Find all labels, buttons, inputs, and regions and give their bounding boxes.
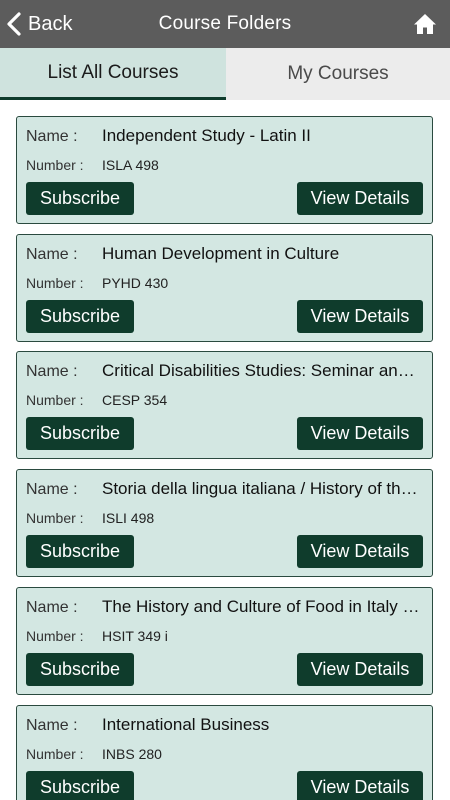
course-number-row: Number : INBS 280	[26, 746, 162, 762]
home-icon[interactable]	[413, 12, 437, 36]
course-number-row: Number : ISLA 498	[26, 157, 159, 173]
view-details-button[interactable]: View Details	[297, 417, 423, 451]
view-details-button[interactable]: View Details	[297, 652, 423, 686]
course-card: Name : Human Development in Culture Numb…	[16, 233, 433, 342]
number-label: Number :	[26, 510, 84, 527]
page-title: Course Folders	[158, 13, 292, 34]
course-number-row: Number : PYHD 430	[26, 275, 168, 291]
view-details-button[interactable]: View Details	[297, 770, 423, 800]
course-card: Name : Critical Disabilities Studies: Se…	[16, 351, 433, 460]
course-name-row: Name : Critical Disabilities Studies: Se…	[26, 361, 422, 381]
subscribe-button[interactable]: Subscribe	[26, 417, 134, 451]
view-details-button[interactable]: View Details	[297, 535, 423, 569]
back-button[interactable]: Back	[6, 0, 72, 48]
course-number: ISLI 498	[102, 510, 155, 527]
course-number-row: Number : CESP 354	[26, 392, 167, 408]
subscribe-button[interactable]: Subscribe	[26, 770, 134, 800]
name-label: Name :	[26, 245, 78, 263]
course-number: ISLA 498	[102, 157, 159, 173]
course-card: Name : International Business Number : I…	[16, 704, 433, 800]
course-list[interactable]: Name : Independent Study - Latin II Numb…	[0, 100, 450, 800]
subscribe-button[interactable]: Subscribe	[26, 652, 134, 686]
course-number-row: Number : HSIT 349 i	[26, 628, 168, 644]
course-card: Name : Storia della lingua italiana / Hi…	[16, 469, 433, 578]
course-name-row: Name : Independent Study - Latin II	[26, 126, 422, 146]
course-name-row: Name : Storia della lingua italiana / Hi…	[26, 479, 422, 499]
view-details-button[interactable]: View Details	[297, 299, 423, 333]
chevron-left-icon	[7, 12, 21, 36]
back-label: Back	[28, 12, 73, 35]
name-label: Name :	[26, 481, 78, 499]
course-card: Name : The History and Culture of Food i…	[16, 586, 433, 695]
course-number-row: Number : ISLI 498	[26, 510, 154, 526]
course-number: INBS 280	[102, 745, 162, 762]
number-label: Number :	[26, 745, 84, 762]
name-label: Name :	[26, 128, 78, 145]
name-label: Name :	[26, 363, 78, 381]
course-name: Storia della lingua italiana / History o…	[102, 479, 418, 499]
subscribe-button[interactable]: Subscribe	[26, 299, 134, 333]
course-name: Critical Disabilities Studies: Seminar a…	[102, 361, 422, 381]
view-details-button[interactable]: View Details	[297, 182, 423, 215]
number-label: Number :	[26, 274, 84, 291]
subscribe-button[interactable]: Subscribe	[26, 182, 134, 215]
number-label: Number :	[26, 157, 84, 173]
tab-list-all-courses[interactable]: List All Courses	[0, 48, 226, 100]
course-name: Independent Study - Latin II	[102, 126, 311, 145]
course-name-row: Name : International Business	[26, 715, 422, 735]
name-label: Name :	[26, 598, 78, 616]
number-label: Number :	[26, 392, 84, 409]
course-card: Name : Independent Study - Latin II Numb…	[16, 116, 433, 224]
course-name-row: Name : Human Development in Culture	[26, 244, 422, 264]
number-label: Number :	[26, 627, 84, 644]
top-app-bar: Back Course Folders	[0, 0, 450, 48]
name-label: Name :	[26, 716, 78, 734]
course-name: International Business	[102, 714, 270, 734]
tab-bar: List All Courses My Courses	[0, 48, 450, 100]
tab-my-courses[interactable]: My Courses	[226, 48, 450, 100]
course-number: HSIT 349 i	[102, 627, 168, 644]
subscribe-button[interactable]: Subscribe	[26, 535, 134, 569]
course-name: Human Development in Culture	[102, 243, 340, 263]
course-number: CESP 354	[102, 392, 168, 409]
course-name-row: Name : The History and Culture of Food i…	[26, 597, 422, 617]
course-number: PYHD 430	[102, 274, 169, 291]
course-name: The History and Culture of Food in Italy…	[102, 596, 422, 616]
